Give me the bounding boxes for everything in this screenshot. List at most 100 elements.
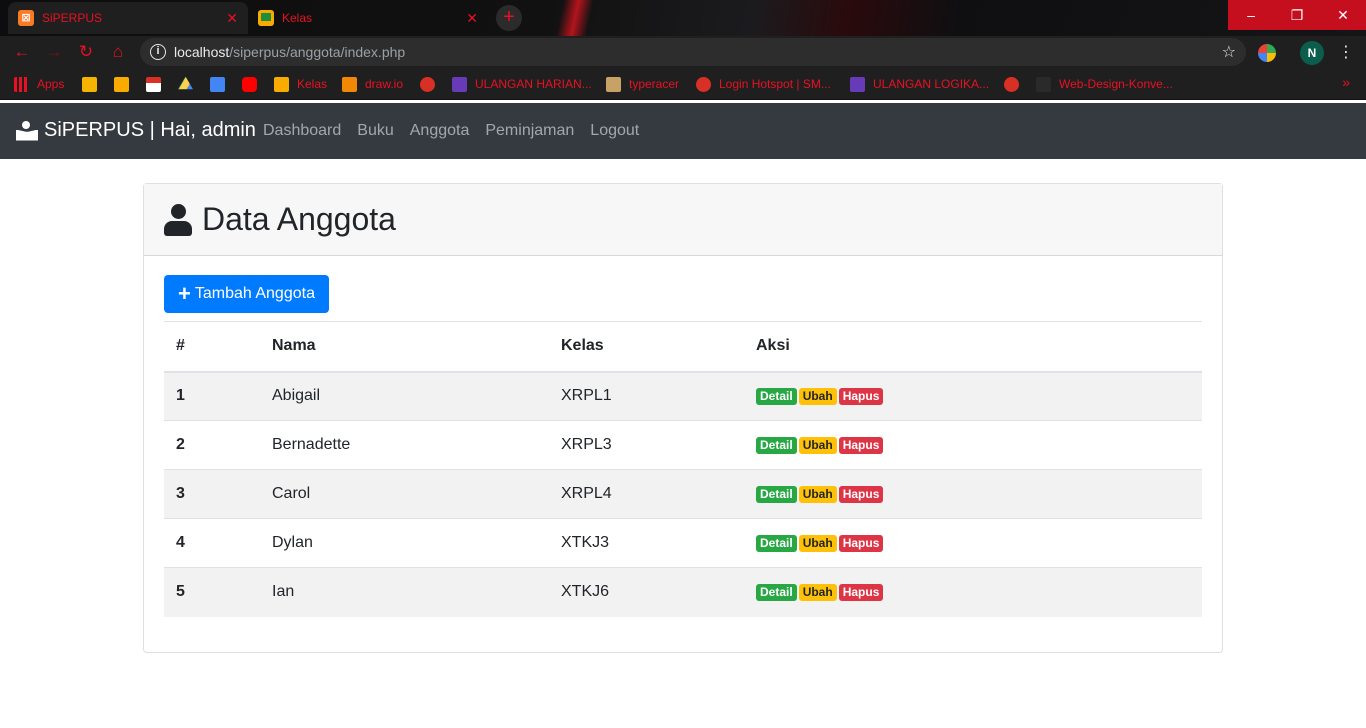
minimize-button[interactable]: – [1228,0,1274,30]
row-nama: Abigail [260,371,549,421]
bookmark-ulangan-harian[interactable]: ULANGAN HARIAN... [452,76,592,92]
forms-icon [850,76,865,92]
hapus-button[interactable]: Hapus [838,486,884,503]
bookmark-globe[interactable] [420,76,443,92]
globe-icon [1004,76,1019,92]
classroom-icon [274,76,289,92]
github-icon [1036,76,1051,92]
ubah-button[interactable]: Ubah [798,535,837,552]
row-nama: Ian [260,567,549,617]
new-tab-button[interactable]: + [496,5,522,31]
bookmark-typeracer[interactable]: typeracer [606,76,679,92]
profile-avatar[interactable]: N [1300,41,1324,65]
app-navbar: SiPERPUS | Hai, admin Dashboard Buku Ang… [0,103,1366,159]
hapus-button[interactable]: Hapus [838,388,884,406]
extension-icon[interactable] [1258,44,1276,62]
row-actions: Detail Ubah Hapus [744,518,1202,568]
members-table: # Nama Kelas Aksi 1 Abigail XRPL1 Detail… [164,321,1202,617]
drive-icon [178,76,193,90]
row-number: 5 [164,567,260,617]
row-number: 3 [164,469,260,519]
bookmark-ulangan-logika[interactable]: ULANGAN LOGIKA... [850,76,989,92]
plus-icon: + [178,281,191,306]
close-tab-icon[interactable]: ✕ [226,10,238,27]
youtube-icon [242,76,257,92]
nav-logout[interactable]: Logout [582,122,647,140]
globe-icon [696,76,711,92]
bookmark-slides[interactable] [82,76,105,92]
browser-menu-icon[interactable]: ⋮ [1338,42,1354,62]
browser-toolbar: ← → ↻ ⌂ i localhost/siperpus/anggota/ind… [0,36,1366,68]
hapus-button[interactable]: Hapus [838,535,884,552]
table-row: 5 Ian XTKJ6 Detail Ubah Hapus [164,567,1202,617]
detail-button[interactable]: Detail [756,388,797,406]
forward-icon[interactable]: → [44,42,64,62]
bookmark-star-icon[interactable]: ☆ [1222,42,1236,62]
slides-icon [82,76,97,92]
tab-title: SiPERPUS [42,11,103,25]
detail-button[interactable]: Detail [756,584,797,602]
table-row: 4 Dylan XTKJ3 Detail Ubah Hapus [164,518,1202,568]
close-window-button[interactable]: ✕ [1320,0,1366,30]
site-info-icon[interactable]: i [150,44,166,60]
detail-button[interactable]: Detail [756,535,797,552]
more-bookmarks-icon[interactable]: » [1342,74,1350,90]
nav-peminjaman[interactable]: Peminjaman [477,122,582,140]
globe-icon [420,76,435,92]
google-classroom-icon [258,10,274,26]
url-text[interactable]: localhost/siperpus/anggota/index.php [174,44,405,60]
row-kelas: XTKJ6 [549,567,744,617]
browser-tab-siperpus[interactable]: ⊠ SiPERPUS ✕ [8,2,248,34]
hapus-button[interactable]: Hapus [838,584,884,602]
bookmark-kelas[interactable]: Kelas [274,76,327,92]
ubah-button[interactable]: Ubah [798,437,837,454]
xampp-icon: ⊠ [18,10,34,26]
typeracer-icon [606,76,621,92]
header-nama: Nama [260,321,549,373]
drawio-icon [342,76,357,92]
bookmark-drawio[interactable]: draw.io [342,76,403,92]
bookmark-youtube[interactable] [242,76,265,92]
restore-button[interactable]: ❐ [1274,0,1320,30]
table-row: 1 Abigail XRPL1 Detail Ubah Hapus [164,371,1202,421]
bookmark-docs[interactable] [210,76,233,92]
nav-dashboard[interactable]: Dashboard [255,122,349,140]
hapus-button[interactable]: Hapus [838,437,884,454]
brand[interactable]: SiPERPUS | Hai, admin [16,119,256,142]
bookmark-apps[interactable]: Apps [14,76,64,92]
bookmark-web-design[interactable]: Web-Design-Konve... [1036,76,1173,92]
detail-button[interactable]: Detail [756,486,797,503]
bookmark-gmail[interactable] [146,76,169,92]
home-icon[interactable]: ⌂ [108,42,128,62]
row-kelas: XRPL4 [549,469,744,519]
ubah-button[interactable]: Ubah [798,584,837,602]
table-row: 3 Carol XRPL4 Detail Ubah Hapus [164,469,1202,519]
forms-icon [452,76,467,92]
address-bar[interactable]: i localhost/siperpus/anggota/index.php ☆ [140,38,1246,66]
nav-links: Dashboard Buku Anggota Peminjaman Logout [255,122,647,140]
add-member-button[interactable]: + Tambah Anggota [164,275,329,313]
back-icon[interactable]: ← [12,42,32,62]
row-actions: Detail Ubah Hapus [744,371,1202,421]
user-icon [164,203,192,236]
header-kelas: Kelas [549,321,744,373]
browser-tab-kelas[interactable]: Kelas ✕ [248,2,488,34]
bookmark-login-hotspot[interactable]: Login Hotspot | SM... [696,76,831,92]
nav-buku[interactable]: Buku [349,122,401,140]
row-nama: Dylan [260,518,549,568]
gmail-icon [146,76,161,92]
detail-button[interactable]: Detail [756,437,797,454]
ubah-button[interactable]: Ubah [798,388,837,406]
row-number: 2 [164,420,260,470]
close-tab-icon[interactable]: ✕ [466,10,478,27]
bookmark-classroom[interactable] [114,76,137,92]
bookmark-globe-2[interactable] [1004,76,1027,92]
ubah-button[interactable]: Ubah [798,486,837,503]
anggota-card: Data Anggota + Tambah Anggota # Nama Kel… [143,183,1223,653]
row-nama: Bernadette [260,420,549,470]
reload-icon[interactable]: ↻ [76,42,96,62]
table-header-row: # Nama Kelas Aksi [164,321,1202,373]
nav-anggota[interactable]: Anggota [402,122,478,140]
page-title: Data Anggota [202,201,396,237]
bookmark-drive[interactable] [178,76,201,92]
